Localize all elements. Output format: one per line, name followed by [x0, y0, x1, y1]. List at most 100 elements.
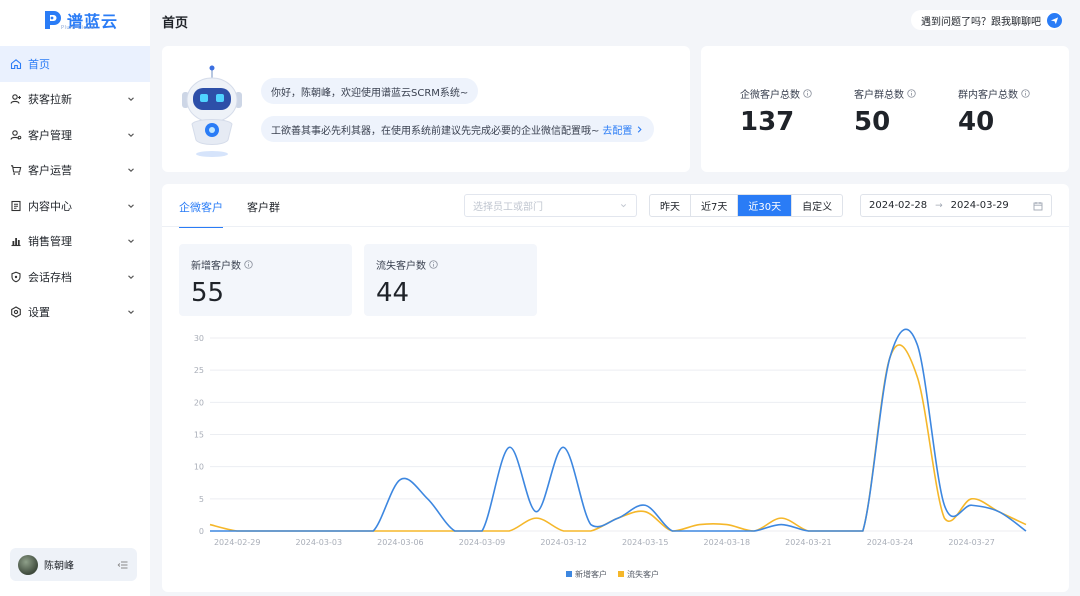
- sidebar-item-content[interactable]: 内容中心: [0, 188, 150, 224]
- info-icon[interactable]: [907, 89, 916, 98]
- date-range-picker[interactable]: 2024-02-28 → 2024-03-29: [860, 194, 1052, 217]
- stat-value: 40: [958, 107, 995, 137]
- chevron-down-icon: [126, 130, 136, 140]
- sidebar-item-label: 获客拉新: [28, 93, 72, 107]
- welcome-tip: 工欲善其事必先利其器，在使用系统前建议先完成必要的企业微信配置哦~ 去配置: [261, 116, 655, 142]
- department-select[interactable]: 选择员工或部门: [464, 194, 637, 217]
- kpi-lost-customers: 流失客户数 44: [364, 244, 537, 316]
- stat-label-text: 企微客户总数: [740, 90, 800, 101]
- panel-tabs: 企微客户 客户群: [179, 199, 280, 228]
- user-profile[interactable]: 陈朝峰: [10, 548, 137, 581]
- stat-label: 企微客户总数: [740, 86, 812, 101]
- chevron-down-icon: [126, 94, 136, 104]
- chevron-down-icon: [126, 272, 136, 282]
- customer-trend-panel: 企微客户 客户群 选择员工或部门 昨天 近7天 近30天 自定义 2024-02…: [162, 184, 1069, 592]
- sidebar-item-sales[interactable]: 销售管理: [0, 224, 150, 260]
- help-chat-link[interactable]: 遇到问题了吗？跟我聊聊吧: [911, 10, 1062, 30]
- y-tick-label: 5: [199, 495, 204, 504]
- sidebar-item-operations[interactable]: 客户运营: [0, 153, 150, 189]
- x-tick-label: 2024-02-29: [214, 538, 261, 547]
- chevron-right-icon: [638, 125, 643, 133]
- date-start: 2024-02-28: [869, 200, 928, 211]
- home-icon: [10, 58, 22, 70]
- y-tick-label: 0: [199, 527, 204, 536]
- configure-link[interactable]: 去配置: [602, 122, 644, 137]
- y-tick-label: 20: [194, 398, 204, 407]
- stat-groups: 客户群总数 50: [854, 86, 916, 137]
- help-text: 遇到问题了吗？跟我聊聊吧: [921, 16, 1041, 28]
- document-icon: [10, 200, 22, 212]
- stats-card: 企微客户总数 137 客户群总数 50 群内客户总数 40: [701, 46, 1069, 172]
- sidebar-item-label: 设置: [28, 306, 50, 320]
- department-placeholder: 选择员工或部门: [473, 202, 543, 213]
- x-tick-label: 2024-03-06: [377, 538, 424, 547]
- stat-value: 50: [854, 107, 891, 137]
- sidebar-item-acquire[interactable]: 获客拉新: [0, 82, 150, 118]
- stat-label: 客户群总数: [854, 86, 916, 101]
- sidebar-item-label: 会话存档: [28, 270, 72, 284]
- info-icon[interactable]: [244, 260, 253, 269]
- kpi-value: 55: [191, 278, 225, 308]
- kpi-value: 44: [376, 278, 410, 308]
- kpi-label-text: 新增客户数: [191, 261, 241, 272]
- x-tick-label: 2024-03-03: [296, 538, 343, 547]
- x-tick-label: 2024-03-27: [948, 538, 995, 547]
- range-custom-button[interactable]: 自定义: [792, 195, 842, 216]
- shield-icon: [10, 271, 22, 283]
- arrow-right-icon: →: [935, 200, 943, 211]
- sidebar-item-customers[interactable]: 客户管理: [0, 117, 150, 153]
- range-yesterday-button[interactable]: 昨天: [650, 195, 691, 216]
- x-tick-label: 2024-03-24: [867, 538, 914, 547]
- stat-wecom-customers: 企微客户总数 137: [740, 86, 812, 137]
- sidebar-item-label: 销售管理: [28, 235, 72, 249]
- bar-chart-icon: [10, 235, 22, 247]
- date-end: 2024-03-29: [950, 200, 1009, 211]
- kpi-label-text: 流失客户数: [376, 261, 426, 272]
- sidebar-nav: 首页 获客拉新 客户管理 客户运营 内容中心 销售管理 会话存档 设置: [0, 46, 150, 330]
- series-line-lost-customers: [209, 344, 1027, 532]
- stat-group-members: 群内客户总数 40: [958, 86, 1030, 137]
- stat-label-text: 群内客户总数: [958, 90, 1018, 101]
- tip-text: 工欲善其事必先利其器，在使用系统前建议先完成必要的企业微信配置哦~: [271, 125, 600, 137]
- info-icon[interactable]: [1021, 89, 1030, 98]
- stat-label-text: 客户群总数: [854, 90, 904, 101]
- menu-collapse-icon[interactable]: [117, 559, 129, 571]
- sidebar-item-label: 客户运营: [28, 164, 72, 178]
- cart-icon: [10, 164, 22, 176]
- info-icon[interactable]: [803, 89, 812, 98]
- brand-subtitle: Plum Cloud: [61, 25, 95, 31]
- x-tick-label: 2024-03-12: [540, 538, 587, 547]
- welcome-greeting: 你好，陈朝峰，欢迎使用谱蓝云SCRM系统~: [261, 78, 479, 104]
- avatar: [18, 554, 38, 575]
- y-tick-label: 15: [194, 431, 204, 440]
- info-icon[interactable]: [429, 260, 438, 269]
- calendar-icon: [1033, 201, 1043, 211]
- range-30days-button[interactable]: 近30天: [738, 195, 793, 216]
- x-tick-label: 2024-03-18: [704, 538, 751, 547]
- user-icon: [10, 129, 22, 141]
- sidebar-item-archive[interactable]: 会话存档: [0, 259, 150, 295]
- robot-mascot-icon: [182, 65, 242, 157]
- range-7days-button[interactable]: 近7天: [691, 195, 739, 216]
- legend-label: 流失客户: [627, 569, 659, 579]
- x-tick-label: 2024-03-21: [785, 538, 832, 547]
- tab-wecom-customers[interactable]: 企微客户: [179, 199, 223, 228]
- sidebar-item-label: 客户管理: [28, 128, 72, 142]
- y-tick-label: 25: [194, 366, 204, 375]
- chevron-down-icon: [620, 204, 627, 208]
- kpi-label: 流失客户数: [376, 257, 525, 272]
- tab-customer-groups[interactable]: 客户群: [247, 199, 280, 228]
- user-name: 陈朝峰: [44, 561, 74, 572]
- logo-icon: [45, 11, 61, 29]
- sidebar-item-label: 首页: [28, 57, 50, 71]
- x-tick-label: 2024-03-09: [459, 538, 506, 547]
- kpi-label: 新增客户数: [191, 257, 340, 272]
- sidebar-item-settings[interactable]: 设置: [0, 295, 150, 331]
- configure-link-label: 去配置: [602, 125, 633, 137]
- sidebar-item-label: 内容中心: [28, 199, 72, 213]
- sidebar: 谱蓝云 Plum Cloud 首页 获客拉新 客户管理 客户运营 内容中心 销售…: [0, 0, 150, 596]
- series-line-new-customers: [209, 328, 1027, 532]
- chevron-down-icon: [126, 307, 136, 317]
- page-title: 首页: [162, 16, 189, 31]
- sidebar-item-home[interactable]: 首页: [0, 46, 150, 82]
